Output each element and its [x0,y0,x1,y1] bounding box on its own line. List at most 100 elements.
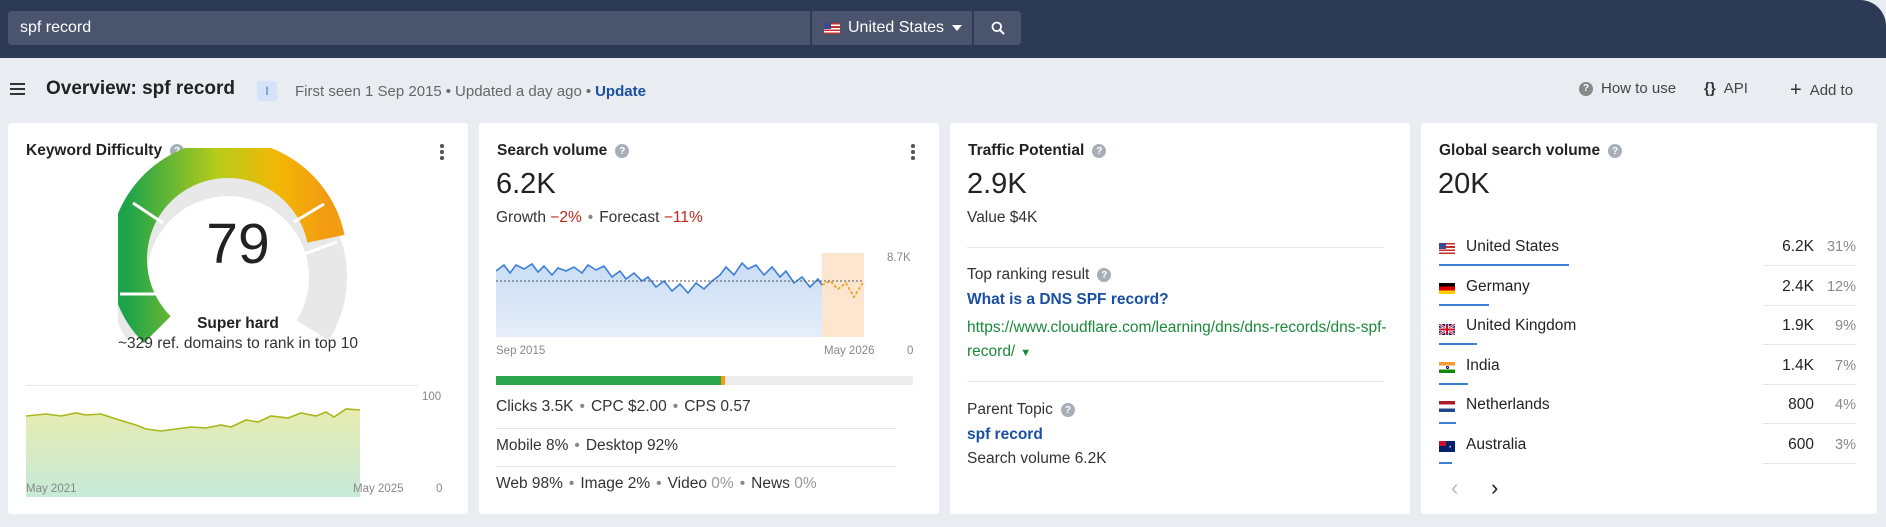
kd-score: 79 [206,212,270,276]
parent-topic-label: Parent Topic? [967,401,1075,419]
add-to-button[interactable]: + Add to [1790,80,1853,100]
web-text: Web 98% [496,475,563,492]
country-row[interactable]: Netherlands 800 4% [1439,385,1856,424]
tp-title: Traffic Potential? [968,142,1107,160]
clicks-line: Clicks 3.5K • CPC $2.00 • CPS 0.57 [496,398,751,415]
kebab-menu-icon[interactable] [911,144,915,160]
mobile-text: Mobile 8% [496,437,569,454]
gsv-title-text: Global search volume [1439,142,1601,159]
de-flag-icon [1439,282,1455,294]
country-name: Australia [1466,435,1527,453]
country-volume: 1.4K [1782,356,1814,374]
forecast-value: −11% [663,209,703,226]
gb-flag-icon [1438,322,1456,337]
top-result-url-link[interactable]: https://www.cloudflare.com/learning/dns/… [967,316,1387,365]
page-title: Overview: spf record [46,78,236,99]
clicks-text: Clicks 3.5K [496,398,574,415]
serp-features-bar [496,376,913,385]
sv-title: Search volume? [497,142,630,160]
in-flag-icon [1439,361,1455,373]
intent-badge: I [257,81,277,101]
top-bar: United States [0,0,1886,58]
news-label: News [751,475,790,492]
image-text: Image 2% [580,475,651,492]
search-volume-card: Search volume? 6.2K Growth −2% • Forecast … [479,123,939,514]
top-result-label-text: Top ranking result [967,266,1090,283]
kd-chart-end: May 2025 [353,483,404,495]
country-name: United Kingdom [1466,317,1577,334]
country-volume: 1.9K [1782,317,1814,334]
tp-value-line: Value $4K [967,209,1038,226]
desktop-text: Desktop 92% [585,437,679,454]
share-bar [1439,461,1452,464]
country-row[interactable]: India 1.4K 7% [1439,346,1856,385]
help-icon: ? [1579,81,1593,96]
plus-icon: + [1790,79,1802,101]
device-line: Mobile 8% • Desktop 92% [496,437,679,454]
sv-chart-ymin: 0 [907,345,914,357]
country-select[interactable]: United States [812,11,972,45]
us-flag-icon [824,22,840,34]
country-volume: 600 [1788,435,1814,453]
country-row[interactable]: United Kingdom 1.9K 9% [1438,306,1856,345]
how-to-use-button[interactable]: ? How to use [1579,80,1676,97]
search-input[interactable] [8,11,810,45]
country-volume: 800 [1788,396,1814,413]
help-icon[interactable]: ? [1060,403,1075,417]
gsv-title: Global search volume? [1439,142,1623,160]
parent-topic-label-text: Parent Topic [967,401,1053,418]
country-share: 3% [1835,436,1856,453]
country-share: 4% [1835,397,1856,413]
parent-topic-link[interactable]: spf record [967,426,1043,444]
help-icon[interactable]: ? [1608,144,1623,158]
sv-growth-line: Growth −2% • Forecast −11% [496,209,703,226]
keyword-difficulty-card: Keyword Difficulty? 79 Super hard ~329 r… [8,123,468,514]
help-icon[interactable]: ? [1092,144,1107,158]
top-result-title-link[interactable]: What is a DNS SPF record? [967,291,1169,309]
updated-text: Updated a day ago [455,83,582,100]
kebab-menu-icon[interactable] [440,144,444,160]
chevron-down-icon [952,25,963,31]
first-seen-text: First seen 1 Sep 2015 [295,83,442,100]
help-icon[interactable]: ? [1097,268,1112,282]
news-value: 0% [794,475,817,492]
cps-text: CPS 0.57 [684,398,751,415]
kd-label: Super hard [197,315,279,332]
country-name: Netherlands [1466,396,1550,413]
next-page-button[interactable]: › [1491,475,1498,501]
braces-icon: {} [1704,80,1716,97]
country-row[interactable]: Germany 2.4K 12% [1439,267,1856,306]
kd-chart-ymax: 100 [422,391,442,403]
country-volume: 2.4K [1782,277,1814,295]
sv-chart-ymax: 8.7K [887,252,911,264]
growth-value: −2% [550,209,582,226]
country-share: 31% [1826,239,1856,255]
sv-chart-end: May 2026 [824,345,875,357]
sv-history-chart [496,253,865,337]
caret-down-icon[interactable]: ▼ [1020,347,1031,359]
cpc-text: CPC $2.00 [590,398,667,415]
video-label: Video [667,475,707,492]
parent-topic-volume: Search volume 6.2K [967,450,1107,467]
search-button[interactable] [974,11,1021,45]
update-link[interactable]: Update [595,83,646,100]
prev-page-button[interactable]: ‹ [1451,475,1458,501]
tp-value: 2.9K [967,168,1027,200]
sv-chart-start: Sep 2015 [496,345,546,357]
help-icon[interactable]: ? [615,144,630,158]
country-row[interactable]: * Australia 600 3% [1439,425,1856,464]
country-select-label: United States [848,19,945,36]
global-search-volume-card: Global search volume? 20K United States 6… [1421,123,1877,514]
kd-chart-start: May 2021 [26,483,77,495]
au-flag-icon: * [1439,440,1455,452]
country-name: United States [1466,238,1560,255]
hamburger-menu-icon[interactable] [10,83,25,95]
video-value: 0% [711,475,734,492]
country-name: Germany [1466,277,1530,295]
tp-title-text: Traffic Potential [968,142,1085,159]
traffic-potential-card: Traffic Potential? 2.9K Value $4K Top ra… [950,123,1410,514]
sv-value: 6.2K [496,168,556,200]
country-row[interactable]: United States 6.2K 31% [1439,227,1856,266]
api-button[interactable]: {} API [1704,80,1748,97]
api-label: API [1723,80,1748,97]
